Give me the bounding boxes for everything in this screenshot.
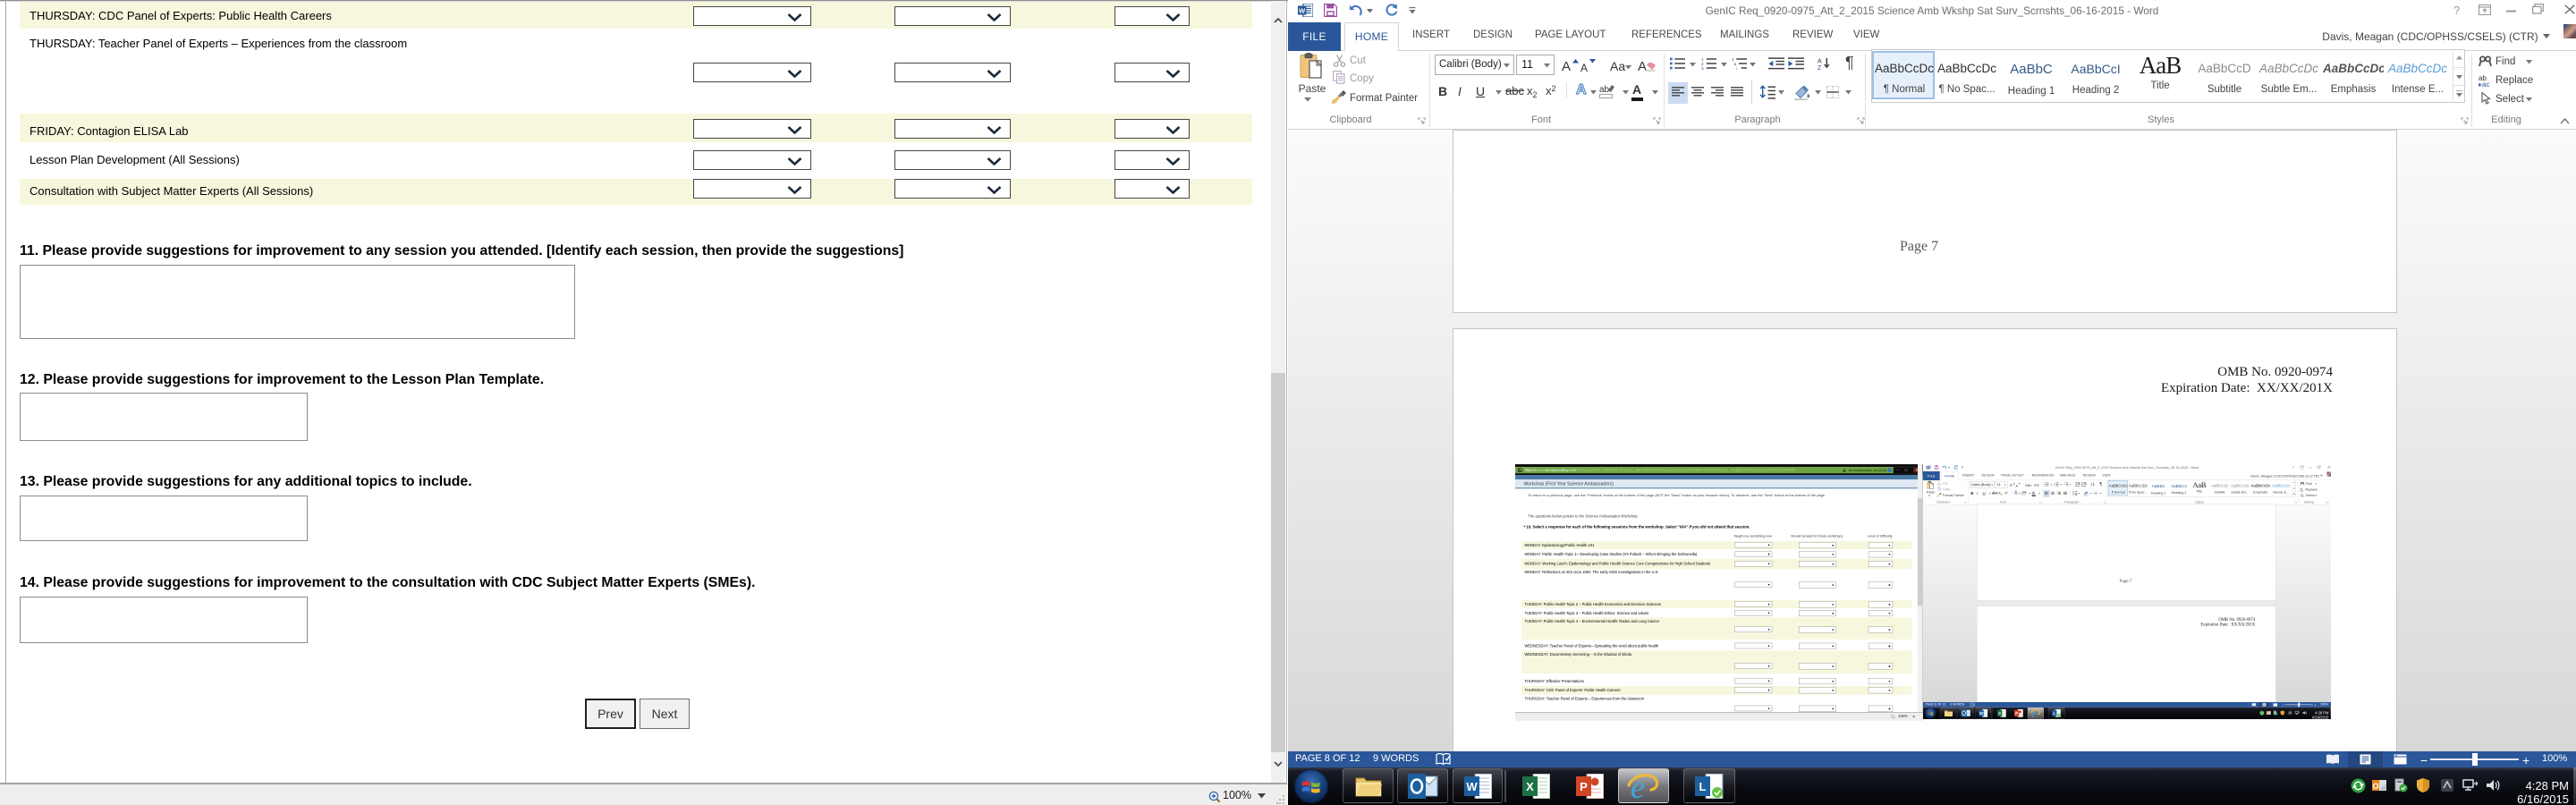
svg-text:W: W xyxy=(1979,711,1983,716)
svg-text:A: A xyxy=(1818,59,1822,65)
svg-text:ac: ac xyxy=(2482,80,2489,87)
svg-text:ab: ab xyxy=(2021,491,2025,495)
svg-text:ac: ac xyxy=(2301,490,2304,492)
svg-text:X: X xyxy=(1998,711,2001,716)
svg-text:L: L xyxy=(1699,780,1707,793)
svg-text:O: O xyxy=(2372,782,2378,791)
svg-text:1: 1 xyxy=(2063,483,2064,485)
svg-text:i: i xyxy=(1736,66,1737,70)
svg-text:a: a xyxy=(2064,484,2065,486)
svg-text:P: P xyxy=(2015,711,2018,716)
svg-text:1: 1 xyxy=(2054,483,2055,485)
svg-text:P: P xyxy=(1580,780,1588,793)
svg-text:X: X xyxy=(1526,780,1534,793)
svg-text:W: W xyxy=(1466,780,1478,793)
svg-text:ab: ab xyxy=(1599,85,1610,95)
svg-text:3: 3 xyxy=(1701,66,1704,70)
svg-text:i: i xyxy=(2065,486,2066,487)
svg-text:Z: Z xyxy=(2090,486,2092,487)
svg-text:Z: Z xyxy=(1818,65,1822,71)
svg-text:A: A xyxy=(2090,482,2092,485)
